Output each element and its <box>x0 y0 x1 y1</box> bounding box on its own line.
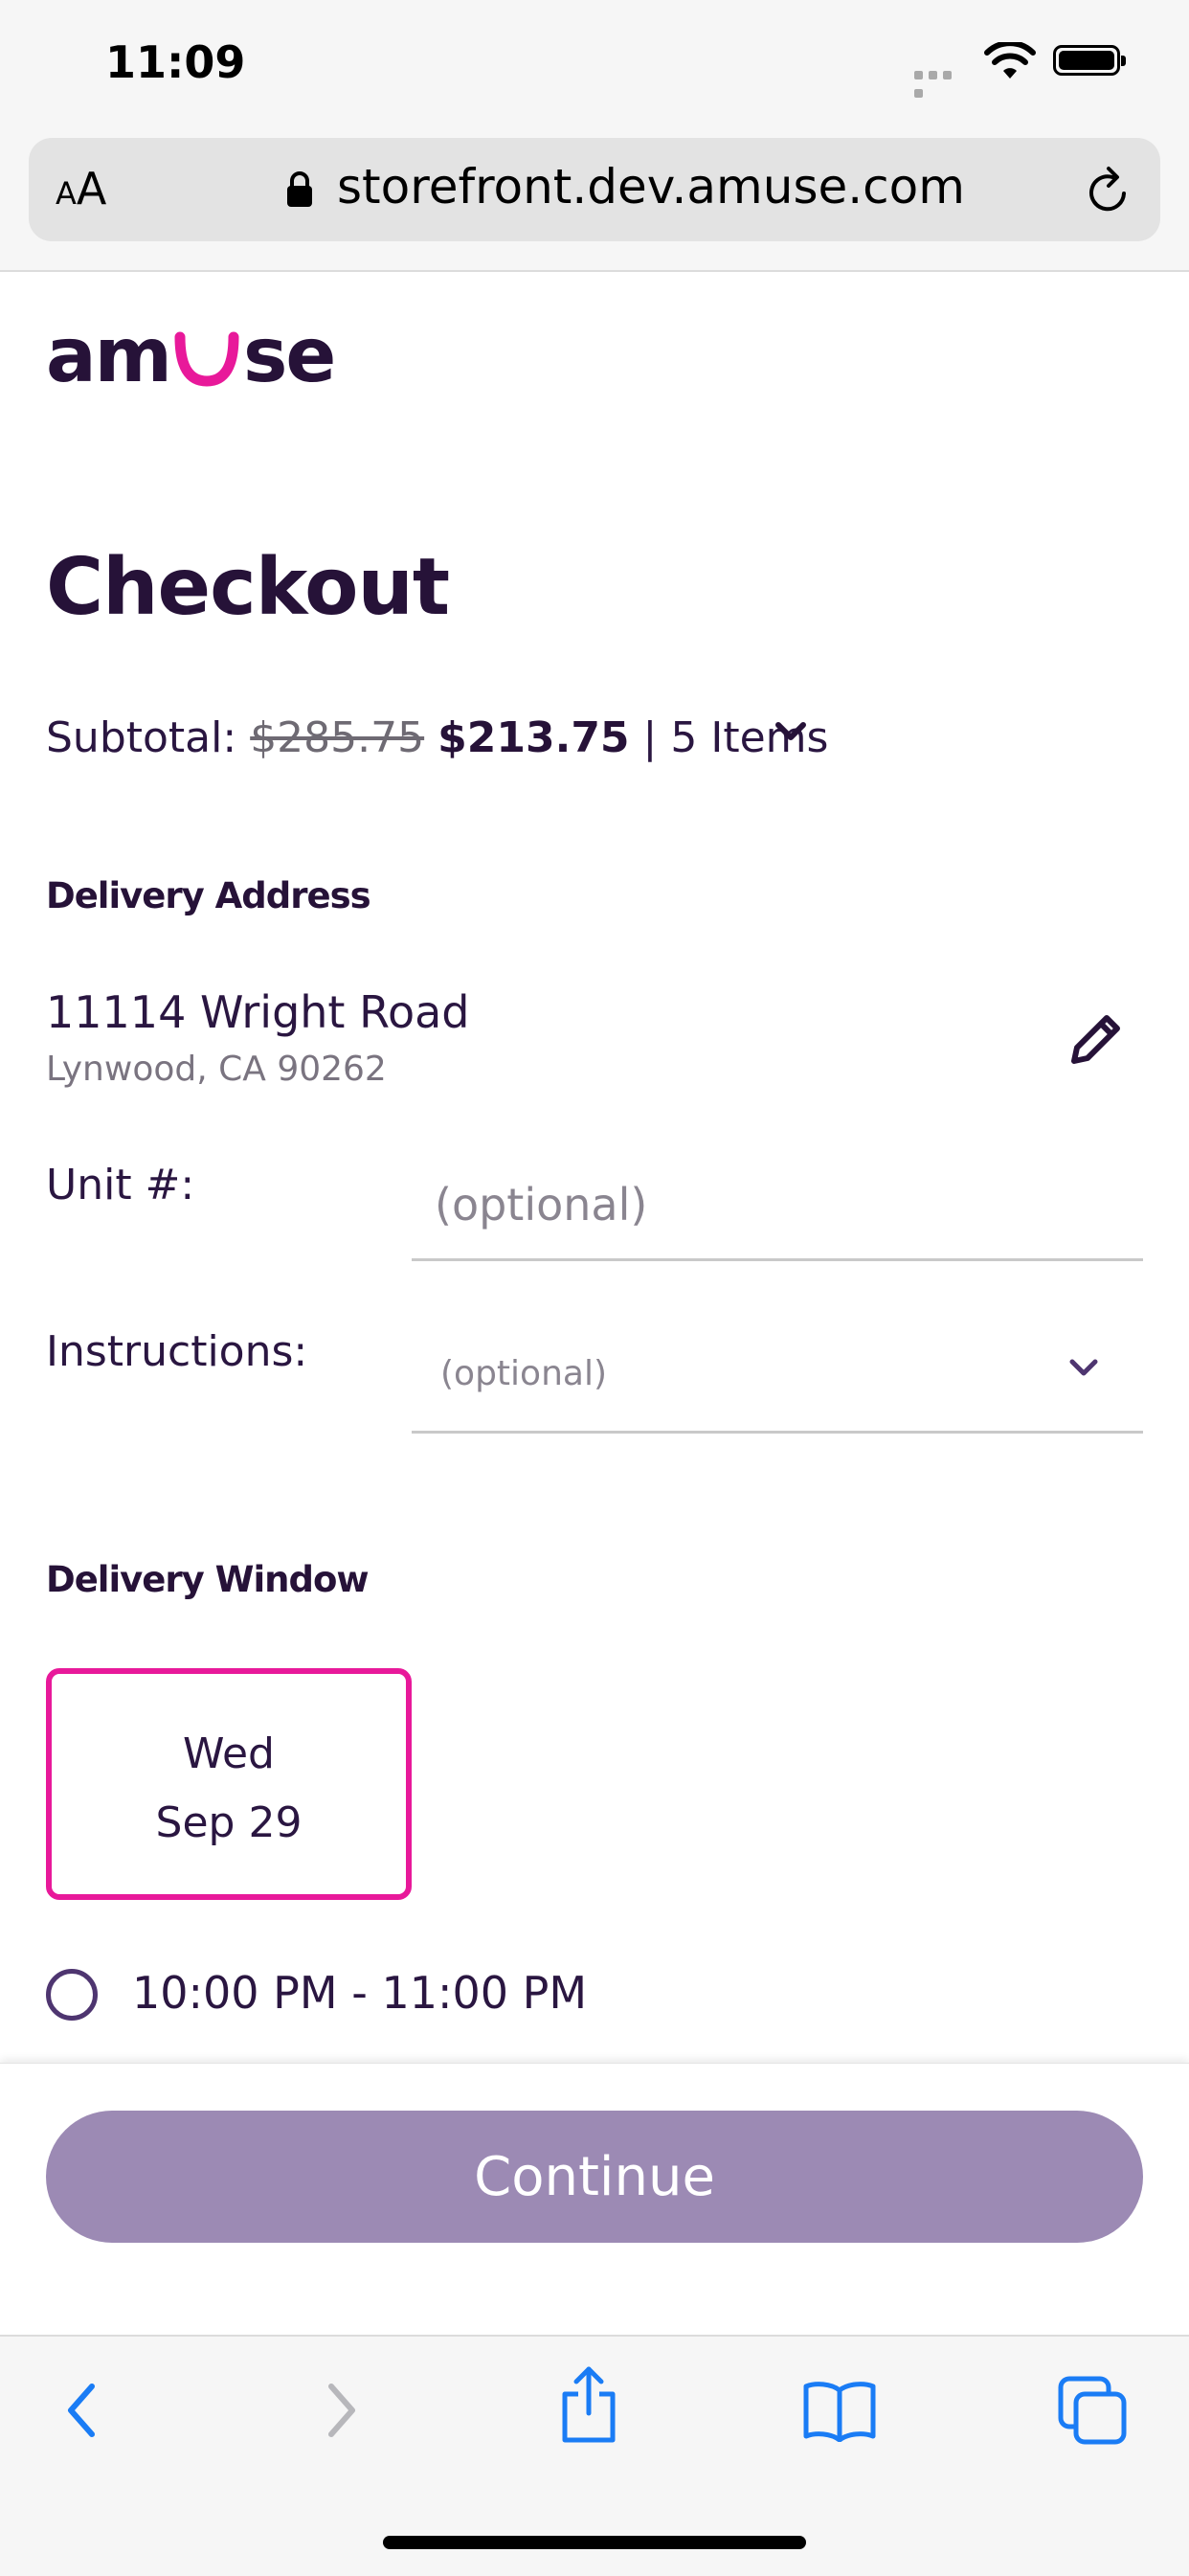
delivery-address-label: Delivery Address <box>46 875 371 916</box>
address-city-line: Lynwood, CA 90262 <box>46 1050 387 1089</box>
subtotal-summary[interactable]: Subtotal: $285.75 $213.75 | 5 Items <box>46 713 828 762</box>
home-indicator[interactable] <box>383 2536 806 2549</box>
date-label: Sep 29 <box>155 1798 303 1847</box>
url-text[interactable]: storefront.dev.amuse.com <box>337 159 965 215</box>
date-day-of-week: Wed <box>183 1729 275 1778</box>
cellular-signal-icon <box>914 65 970 98</box>
text-size-button[interactable]: AA <box>56 163 106 215</box>
date-option-selected[interactable]: Wed Sep 29 <box>46 1668 412 1900</box>
wifi-icon <box>984 42 1036 79</box>
chevron-down-icon[interactable] <box>1068 1358 1099 1379</box>
instructions-label: Instructions: <box>46 1327 308 1376</box>
tabs-icon[interactable] <box>1057 2375 1128 2446</box>
address-street: 11114 Wright Road <box>46 986 470 1038</box>
delivery-window-label: Delivery Window <box>46 1559 370 1600</box>
back-icon[interactable] <box>61 2379 103 2442</box>
svg-text:am: am <box>46 316 170 393</box>
pencil-icon[interactable] <box>1066 1009 1126 1069</box>
battery-icon <box>1053 45 1126 76</box>
continue-button[interactable]: Continue <box>46 2111 1143 2243</box>
share-icon[interactable] <box>555 2363 622 2446</box>
instructions-select[interactable]: (optional) <box>412 1323 1143 1434</box>
time-slot-radio[interactable] <box>46 1969 98 2021</box>
status-time: 11:09 <box>105 36 246 88</box>
amuse-logo[interactable]: am se <box>46 316 333 393</box>
subtotal-separator: | <box>642 713 658 762</box>
browser-chrome: 11:09 AA storefront.dev.amuse.com <box>0 0 1189 272</box>
subtotal-label: Subtotal: <box>46 713 237 762</box>
unit-field[interactable] <box>412 1149 1143 1261</box>
time-slot-label[interactable]: 10:00 PM - 11:00 PM <box>132 1967 587 2019</box>
unit-label: Unit #: <box>46 1161 195 1209</box>
instructions-placeholder: (optional) <box>440 1354 607 1393</box>
reload-icon[interactable] <box>1086 165 1132 215</box>
page-title: Checkout <box>46 542 450 633</box>
original-price: $285.75 <box>250 713 425 762</box>
discounted-price: $213.75 <box>437 713 630 762</box>
unit-input[interactable] <box>433 1170 1107 1239</box>
bookmarks-icon[interactable] <box>802 2379 877 2442</box>
address-bar[interactable]: AA storefront.dev.amuse.com <box>29 138 1160 241</box>
svg-text:se: se <box>243 316 333 393</box>
forward-icon[interactable] <box>320 2379 362 2442</box>
chevron-down-icon[interactable] <box>774 720 808 743</box>
lock-icon <box>287 171 312 207</box>
